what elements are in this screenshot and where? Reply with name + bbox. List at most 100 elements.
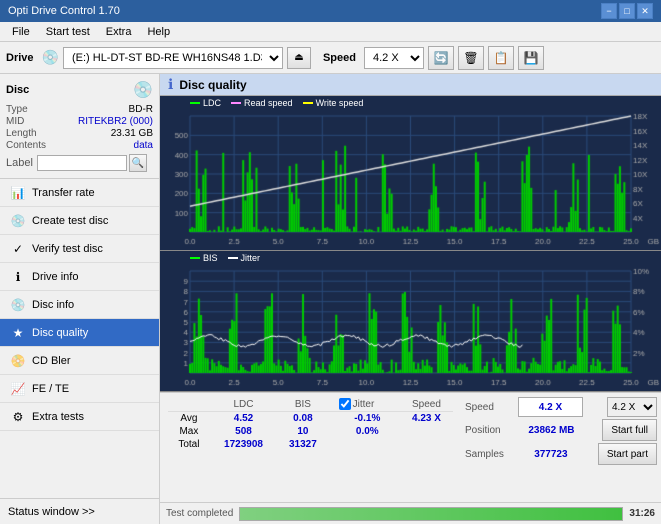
extra-tests-label: Extra tests bbox=[32, 411, 84, 423]
menu-bar: File Start test Extra Help bbox=[0, 22, 661, 42]
stats-avg-label: Avg bbox=[168, 412, 210, 426]
right-stats: Speed 4.2 X 4.2 X Position 23862 MB Star… bbox=[461, 393, 661, 502]
minimize-button[interactable]: − bbox=[601, 3, 617, 19]
bis-legend-label: BIS bbox=[203, 253, 218, 263]
disc-length-label: Length bbox=[6, 128, 37, 139]
disc-image-icon: 💿 bbox=[133, 80, 153, 100]
stats-panel: LDC BIS Jitter Speed bbox=[160, 392, 661, 502]
speed-stat-row: Speed 4.2 X 4.2 X bbox=[465, 397, 657, 417]
speed-selector[interactable]: 4.2 X bbox=[607, 397, 657, 417]
write-speed-legend-color bbox=[303, 102, 313, 104]
stats-max-bis: 10 bbox=[277, 425, 328, 438]
window-controls: − □ ✕ bbox=[601, 3, 653, 19]
sidebar-item-drive-info[interactable]: ℹ Drive info bbox=[0, 263, 159, 291]
stats-avg-ldc: 4.52 bbox=[210, 412, 277, 426]
stats-total-bis: 31327 bbox=[277, 438, 328, 451]
chart1-legend: LDC Read speed Write speed bbox=[190, 98, 363, 108]
stats-max-label: Max bbox=[168, 425, 210, 438]
fe-te-label: FE / TE bbox=[32, 383, 69, 395]
sidebar-item-disc-info[interactable]: 💿 Disc info bbox=[0, 291, 159, 319]
app-title: Opti Drive Control 1.70 bbox=[8, 5, 120, 17]
close-button[interactable]: ✕ bbox=[637, 3, 653, 19]
progress-bar bbox=[239, 507, 623, 521]
read-speed-legend: Read speed bbox=[231, 98, 293, 108]
disc-quality-label: Disc quality bbox=[32, 327, 88, 339]
menu-file[interactable]: File bbox=[4, 24, 38, 40]
jitter-check-label: Jitter bbox=[353, 399, 375, 410]
disc-mid-value: RITEKBR2 (000) bbox=[78, 116, 153, 127]
stats-max-speed bbox=[400, 425, 453, 438]
status-window-label: Status window >> bbox=[8, 506, 95, 518]
read-speed-legend-color bbox=[231, 102, 241, 104]
status-window-button[interactable]: Status window >> bbox=[0, 498, 159, 524]
refresh-button[interactable]: 🔄 bbox=[428, 46, 454, 70]
fe-te-icon: 📈 bbox=[10, 382, 26, 396]
speed-select[interactable]: 4.2 X bbox=[364, 47, 424, 69]
sidebar-item-disc-quality[interactable]: ★ Disc quality bbox=[0, 319, 159, 347]
samples-stat-row: Samples 377723 Start part bbox=[465, 443, 657, 465]
sidebar-item-extra-tests[interactable]: ⚙ Extra tests bbox=[0, 403, 159, 431]
menu-start-test[interactable]: Start test bbox=[38, 24, 98, 40]
jitter-checkbox[interactable] bbox=[339, 398, 351, 410]
menu-help[interactable]: Help bbox=[139, 24, 178, 40]
transfer-rate-label: Transfer rate bbox=[32, 187, 95, 199]
read-speed-legend-label: Read speed bbox=[244, 98, 293, 108]
bis-canvas bbox=[160, 251, 661, 391]
disc-contents-value: data bbox=[134, 140, 153, 151]
erase-button[interactable]: 🗑 bbox=[458, 46, 484, 70]
stats-avg-bis: 0.08 bbox=[277, 412, 328, 426]
menu-extra[interactable]: Extra bbox=[98, 24, 140, 40]
sidebar-item-verify-test-disc[interactable]: ✓ Verify test disc bbox=[0, 235, 159, 263]
progress-fill bbox=[240, 508, 622, 520]
verify-test-disc-icon: ✓ bbox=[10, 242, 26, 256]
disc-mid-label: MID bbox=[6, 116, 24, 127]
bis-legend-color bbox=[190, 257, 200, 259]
disc-info-label: Disc info bbox=[32, 299, 74, 311]
sidebar-item-cd-bler[interactable]: 📀 CD Bler bbox=[0, 347, 159, 375]
stats-total-ldc: 1723908 bbox=[210, 438, 277, 451]
sidebar: Disc 💿 Type BD-R MID RITEKBR2 (000) Leng… bbox=[0, 74, 160, 524]
start-full-button[interactable]: Start full bbox=[602, 419, 657, 441]
disc-contents-label: Contents bbox=[6, 140, 46, 151]
drive-select[interactable]: (E:) HL-DT-ST BD-RE WH16NS48 1.D3 bbox=[63, 47, 283, 69]
col-ldc: LDC bbox=[210, 397, 277, 412]
position-value: 23862 MB bbox=[528, 425, 574, 436]
col-jitter-check: Jitter bbox=[329, 397, 400, 412]
disc-quality-header-icon: ℹ bbox=[168, 76, 173, 93]
jitter-legend-label: Jitter bbox=[241, 253, 261, 263]
title-bar: Opti Drive Control 1.70 − □ ✕ bbox=[0, 0, 661, 22]
disc-type-value: BD-R bbox=[129, 104, 153, 115]
create-test-disc-label: Create test disc bbox=[32, 215, 108, 227]
copy-button[interactable]: 📋 bbox=[488, 46, 514, 70]
eject-button[interactable]: ⏏ bbox=[287, 47, 311, 69]
jitter-legend: Jitter bbox=[228, 253, 261, 263]
position-stat-row: Position 23862 MB Start full bbox=[465, 419, 657, 441]
ldc-legend-color bbox=[190, 102, 200, 104]
speed-display: 4.2 X bbox=[518, 397, 583, 417]
time-display: 31:26 bbox=[629, 508, 655, 519]
disc-label-button[interactable]: 🔍 bbox=[129, 154, 147, 172]
col-speed: Speed bbox=[400, 397, 453, 412]
maximize-button[interactable]: □ bbox=[619, 3, 635, 19]
samples-value: 377723 bbox=[534, 449, 567, 460]
speed-stat-value: 4.2 X bbox=[539, 402, 562, 413]
disc-title: Disc bbox=[6, 84, 29, 96]
ldc-legend: LDC bbox=[190, 98, 221, 108]
drive-info-label: Drive info bbox=[32, 271, 78, 283]
sidebar-item-create-test-disc[interactable]: 💿 Create test disc bbox=[0, 207, 159, 235]
disc-quality-header: ℹ Disc quality bbox=[160, 74, 661, 96]
sidebar-item-transfer-rate[interactable]: 📊 Transfer rate bbox=[0, 179, 159, 207]
bis-legend: BIS bbox=[190, 253, 218, 263]
sidebar-item-fe-te[interactable]: 📈 FE / TE bbox=[0, 375, 159, 403]
start-part-button[interactable]: Start part bbox=[598, 443, 657, 465]
disc-quality-title: Disc quality bbox=[179, 78, 246, 92]
save-button[interactable]: 💾 bbox=[518, 46, 544, 70]
speed-stat-label: Speed bbox=[465, 402, 494, 413]
disc-label-input[interactable] bbox=[37, 155, 127, 171]
chart2-legend: BIS Jitter bbox=[190, 253, 260, 263]
drive-icon: 💿 bbox=[42, 49, 59, 66]
stats-total-speed bbox=[400, 438, 453, 451]
verify-test-disc-label: Verify test disc bbox=[32, 243, 103, 255]
status-text: Test completed bbox=[166, 508, 233, 519]
create-test-disc-icon: 💿 bbox=[10, 214, 26, 228]
